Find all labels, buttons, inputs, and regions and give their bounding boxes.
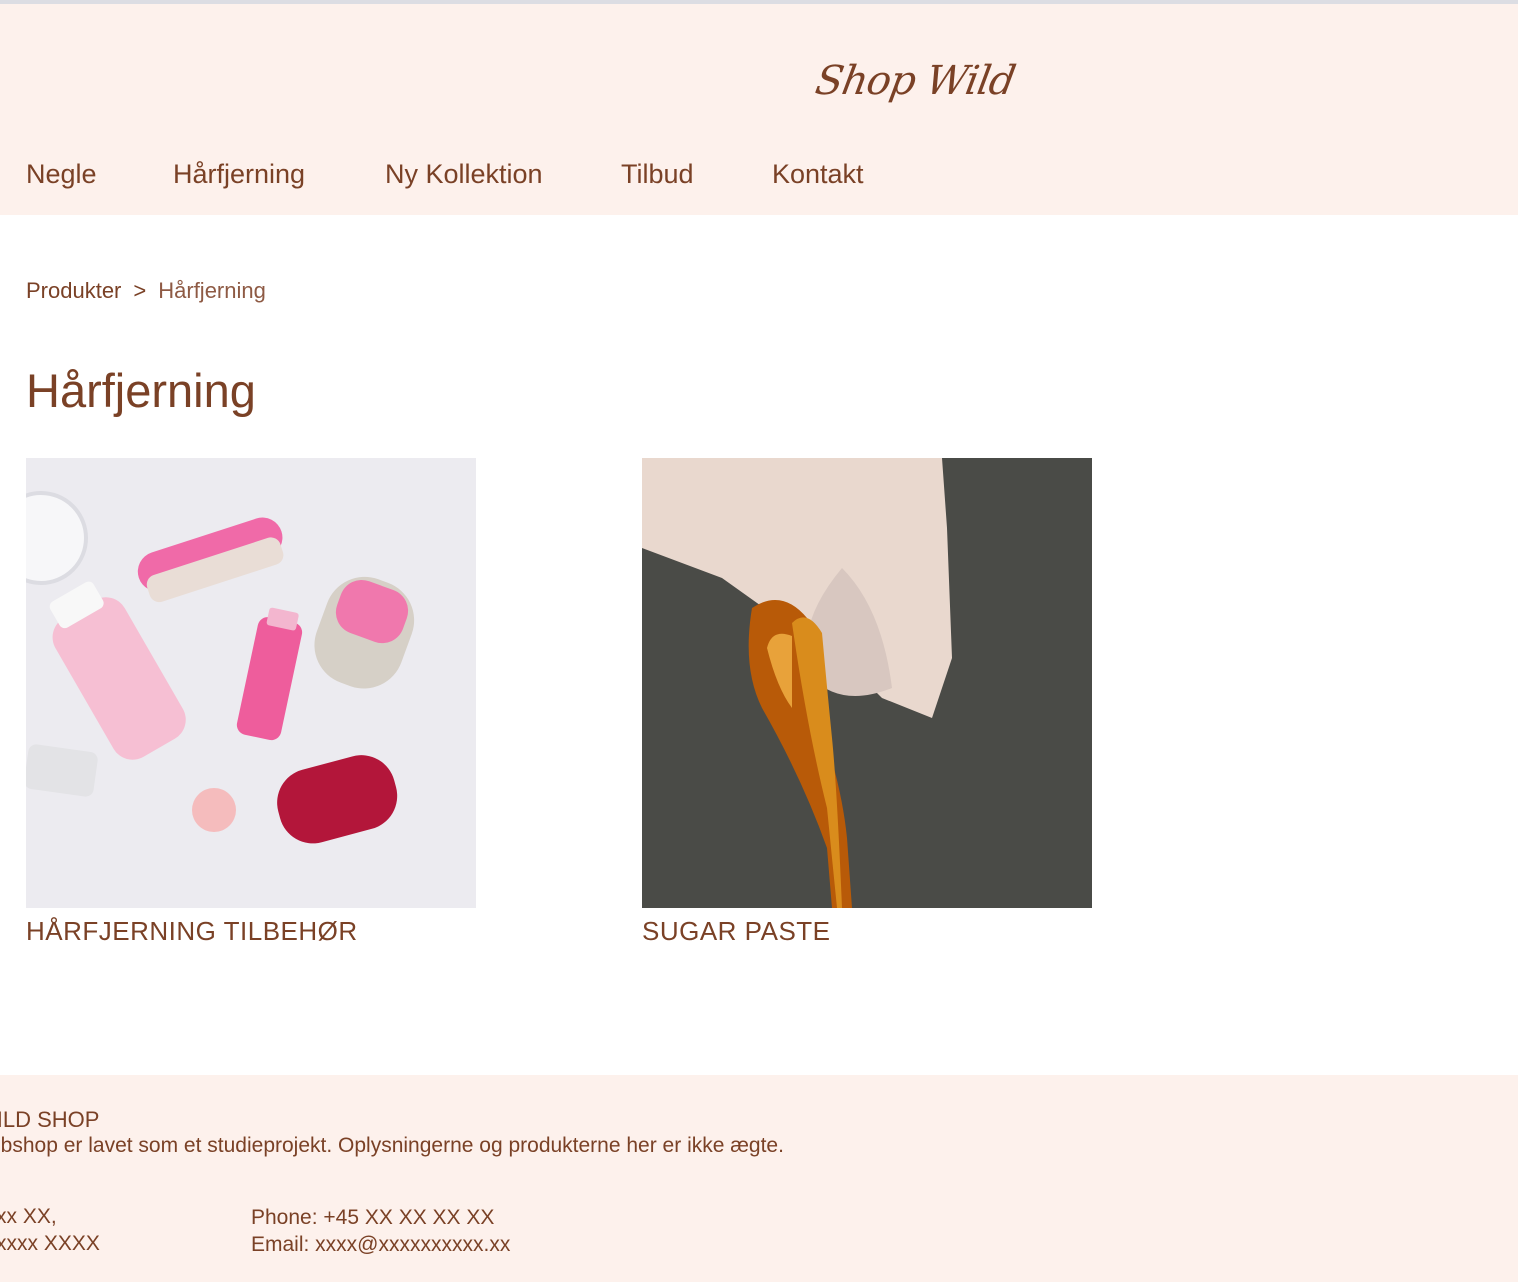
- product-image-sugar-paste[interactable]: [642, 458, 1092, 908]
- product-image-accessories[interactable]: [26, 458, 476, 908]
- site-header: Shop Wild Negle Hårfjerning Ny Kollektio…: [0, 4, 1518, 215]
- breadcrumb-link-produkter[interactable]: Produkter: [26, 276, 121, 306]
- footer-address-line1: xx XX,: [0, 1205, 57, 1228]
- footer-title: WILD SHOP: [0, 1107, 100, 1132]
- footer-phone: Phone: +45 XX XX XX XX: [251, 1206, 495, 1229]
- shop-logo[interactable]: Shop Wild: [812, 58, 1018, 104]
- nav-item-harfjerning[interactable]: Hårfjerning: [173, 156, 385, 192]
- product-card[interactable]: HÅRFJERNING TILBEHØR: [26, 458, 476, 946]
- nav-item-negle[interactable]: Negle: [26, 156, 173, 192]
- footer-email[interactable]: Email: xxxx@xxxxxxxxxx.xx: [251, 1233, 510, 1257]
- site-footer: WILD SHOP ebshop er lavet som et studiep…: [0, 1075, 1518, 1282]
- breadcrumb-separator: >: [133, 278, 147, 303]
- footer-description: ebshop er lavet som et studieprojekt. Op…: [0, 1134, 784, 1157]
- product-name[interactable]: SUGAR PASTE: [642, 916, 1092, 946]
- nav-item-tilbud[interactable]: Tilbud: [621, 156, 772, 192]
- product-name[interactable]: HÅRFJERNING TILBEHØR: [26, 916, 476, 946]
- breadcrumb-current: Hårfjerning: [158, 278, 266, 303]
- product-card[interactable]: SUGAR PASTE: [642, 458, 1092, 946]
- page-title: Hårfjerning: [26, 364, 256, 417]
- nav-item-ny-kollektion[interactable]: Ny Kollektion: [385, 156, 621, 192]
- footer-address-line2: xxxx XXXX: [0, 1232, 100, 1255]
- nav-item-kontakt[interactable]: Kontakt: [772, 156, 864, 192]
- main-nav: Negle Hårfjerning Ny Kollektion Tilbud K…: [26, 156, 864, 192]
- breadcrumb: Produkter > Hårfjerning: [26, 276, 266, 306]
